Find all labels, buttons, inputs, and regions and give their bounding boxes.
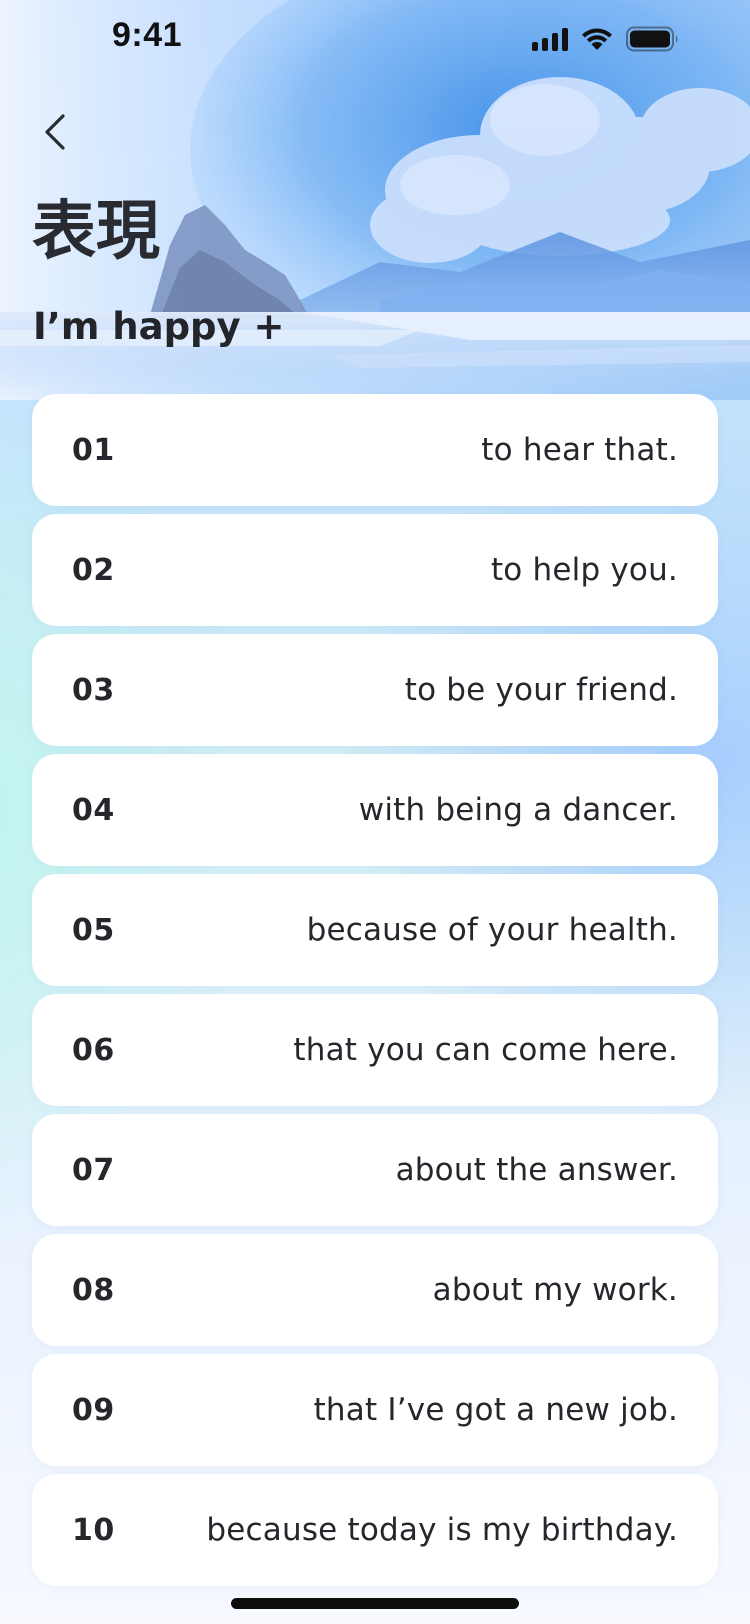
phrase-item-05[interactable]: 05 because of your health. bbox=[32, 874, 718, 986]
back-button[interactable] bbox=[30, 104, 80, 160]
phrase-number: 04 bbox=[72, 792, 115, 828]
phrase-item-08[interactable]: 08 about my work. bbox=[32, 1234, 718, 1346]
chevron-left-icon bbox=[45, 114, 65, 150]
phrase-text: about the answer. bbox=[395, 1152, 678, 1188]
phrase-text: to be your friend. bbox=[404, 672, 678, 708]
phrase-number: 01 bbox=[72, 432, 115, 468]
phrase-text: that I’ve got a new job. bbox=[313, 1392, 678, 1428]
status-bar: 9:41 bbox=[0, 0, 750, 82]
phrase-text: because of your health. bbox=[306, 912, 678, 948]
phrase-item-01[interactable]: 01 to hear that. bbox=[32, 394, 718, 506]
phrase-item-09[interactable]: 09 that I’ve got a new job. bbox=[32, 1354, 718, 1466]
home-indicator[interactable] bbox=[231, 1598, 519, 1609]
phrase-item-04[interactable]: 04 with being a dancer. bbox=[32, 754, 718, 866]
phrase-number: 08 bbox=[72, 1272, 115, 1308]
phrase-item-02[interactable]: 02 to help you. bbox=[32, 514, 718, 626]
phrase-text: about my work. bbox=[432, 1272, 678, 1308]
battery-icon bbox=[626, 26, 678, 52]
phrase-item-03[interactable]: 03 to be your friend. bbox=[32, 634, 718, 746]
status-time: 9:41 bbox=[112, 16, 183, 54]
phrase-item-07[interactable]: 07 about the answer. bbox=[32, 1114, 718, 1226]
status-icons bbox=[532, 24, 680, 54]
phrase-text: to hear that. bbox=[481, 432, 678, 468]
wifi-icon bbox=[582, 28, 612, 50]
phrase-item-10[interactable]: 10 because today is my birthday. bbox=[32, 1474, 718, 1586]
page-title: 表現 bbox=[32, 195, 160, 269]
phrase-number: 03 bbox=[72, 672, 115, 708]
section-heading: I’m happy + bbox=[33, 305, 285, 348]
phrase-number: 10 bbox=[72, 1512, 115, 1548]
phrase-text: that you can come here. bbox=[293, 1032, 678, 1068]
phrase-number: 09 bbox=[72, 1392, 115, 1428]
cellular-signal-icon bbox=[532, 27, 568, 51]
phrase-number: 06 bbox=[72, 1032, 115, 1068]
phrase-text: because today is my birthday. bbox=[206, 1512, 678, 1548]
phrase-text: with being a dancer. bbox=[358, 792, 678, 828]
phrase-number: 05 bbox=[72, 912, 115, 948]
phrase-list: 01 to hear that. 02 to help you. 03 to b… bbox=[32, 394, 718, 1594]
phrase-number: 02 bbox=[72, 552, 115, 588]
phrase-item-06[interactable]: 06 that you can come here. bbox=[32, 994, 718, 1106]
phrase-text: to help you. bbox=[490, 552, 678, 588]
phrase-number: 07 bbox=[72, 1152, 115, 1188]
